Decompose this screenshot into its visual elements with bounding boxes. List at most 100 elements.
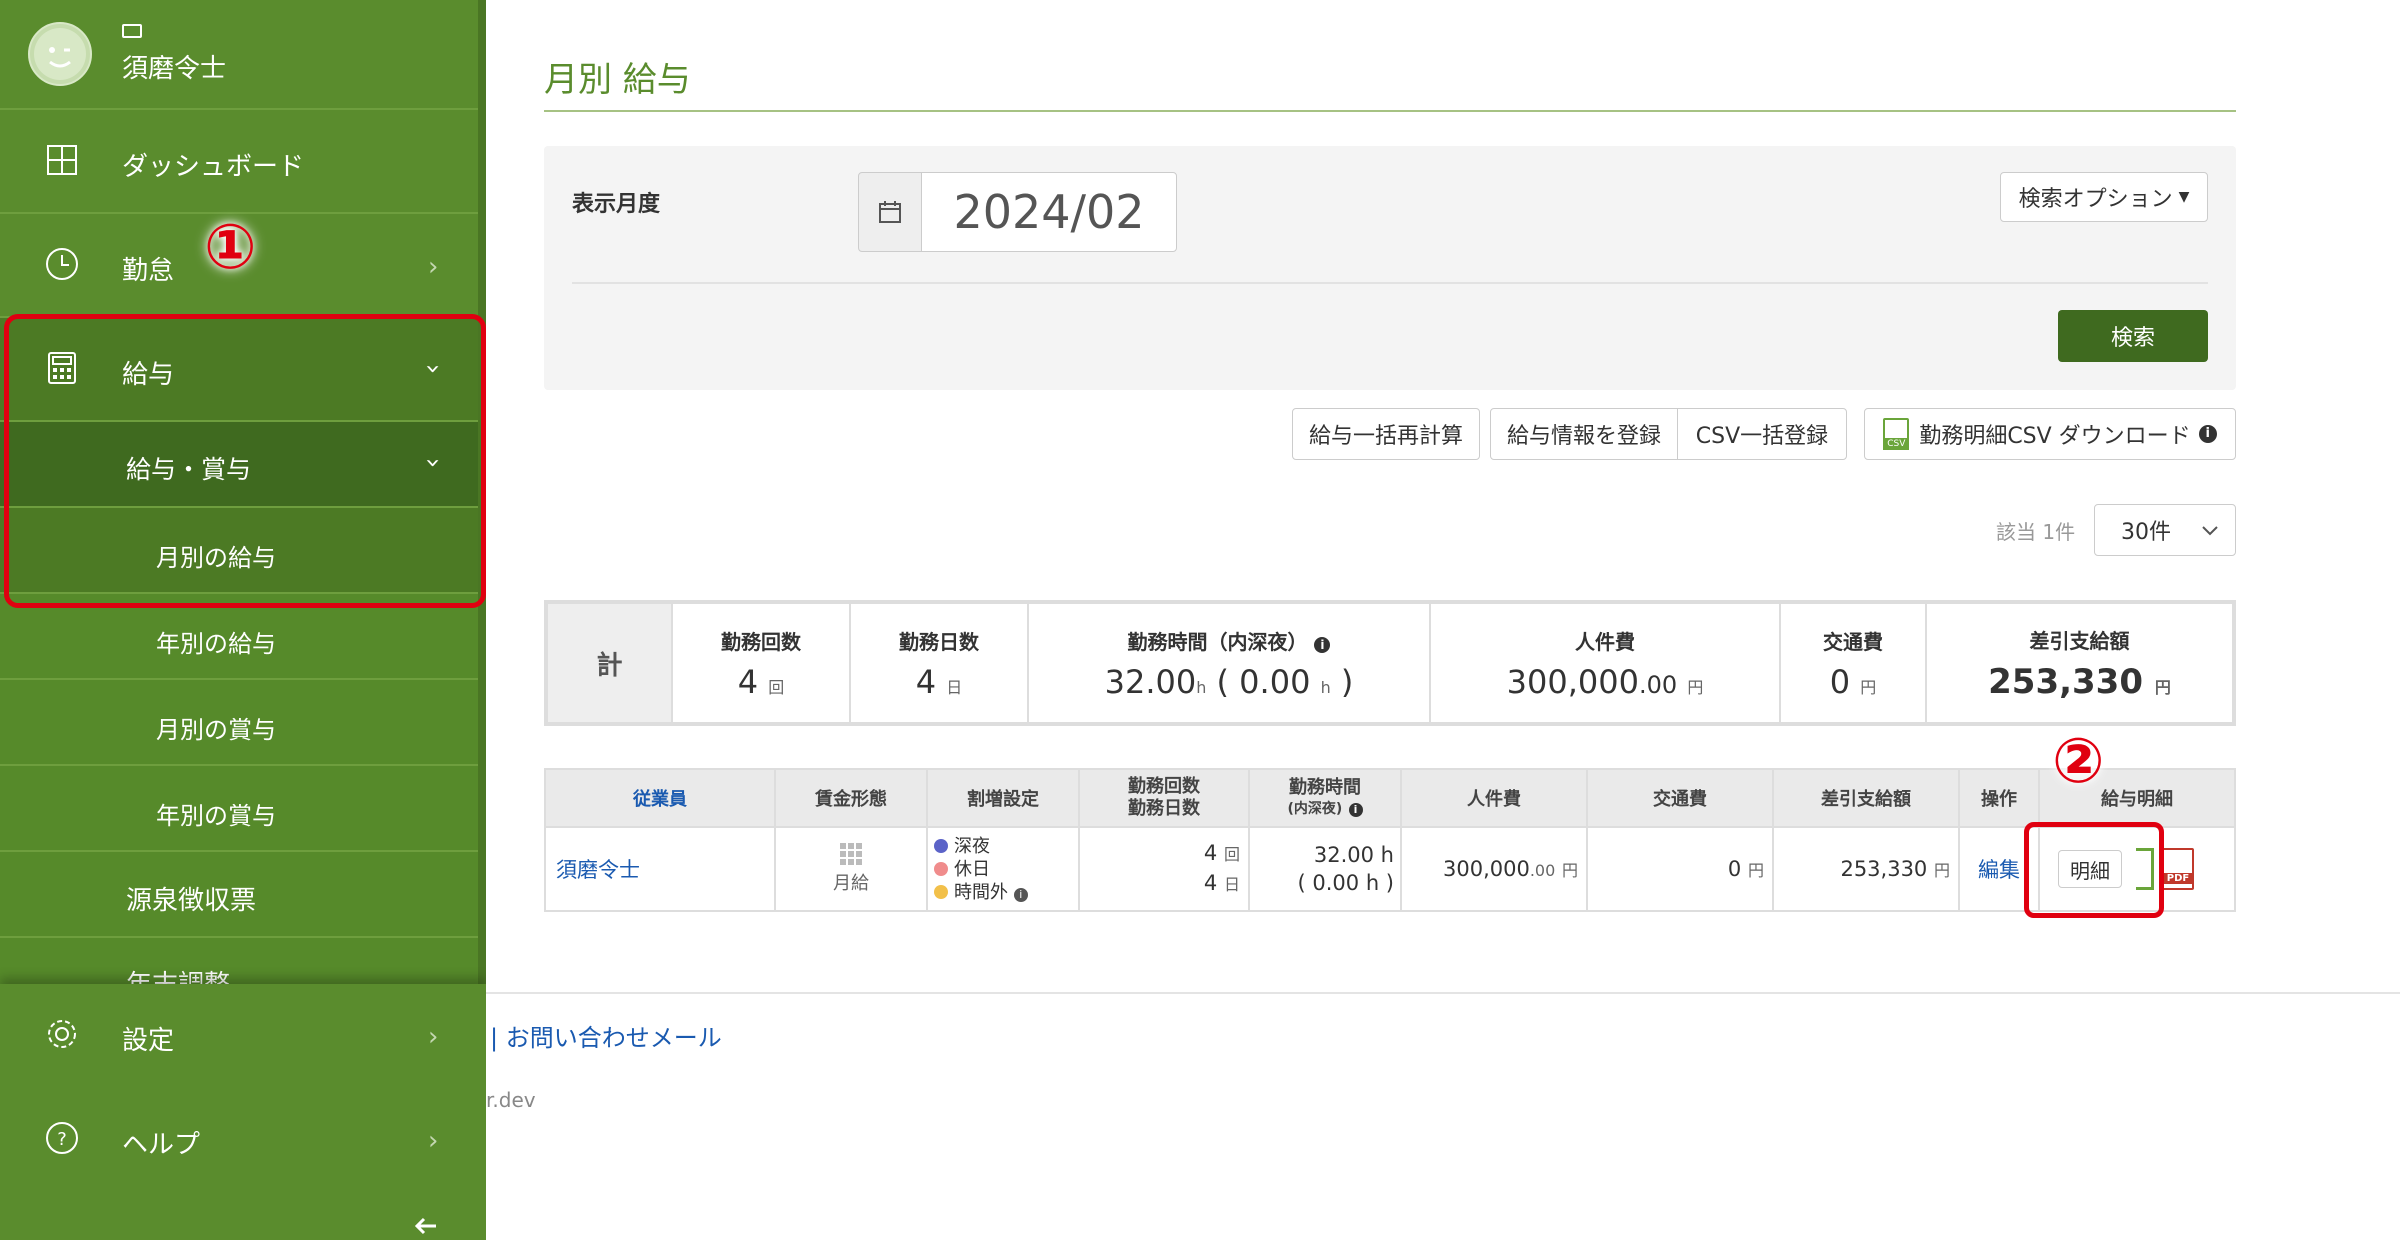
svg-text:?: ? [57, 1129, 67, 1150]
summary-value: 253,330 [1988, 661, 2143, 702]
header-line: 勤務日数 [1128, 798, 1200, 819]
dashboard-icon [47, 145, 77, 175]
summary-value: 0 [1829, 662, 1851, 701]
surcharge-night: 深夜 [934, 835, 1078, 858]
col-employee[interactable]: 従業員 [544, 768, 776, 828]
search-panel: 表示月度 2024/02 検索オプション ▼ 検索 [544, 146, 2236, 390]
unit: 円 [1561, 861, 1578, 880]
arrow-left-icon[interactable] [412, 1216, 440, 1236]
sidebar-item-label: 源泉徴収票 [126, 886, 257, 916]
info-icon: i [1348, 802, 1363, 817]
table-header-row: 従業員 賃金形態 割増設定 勤務回数 勤務日数 勤務時間 (内深夜) i 人件費 交… [544, 768, 2236, 828]
user-name: 須磨令士 [122, 54, 227, 84]
summary-header: 勤務時間（内深夜） [1127, 629, 1308, 654]
user-profile[interactable]: 須磨令士 [0, 0, 478, 110]
chevron-right-icon: › [428, 252, 439, 282]
sidebar-item-label: 月別の賞与 [156, 716, 276, 744]
panel-divider [572, 282, 2208, 284]
pdf-icon-text: PDF [2162, 873, 2194, 884]
chevron-right-icon: › [428, 1022, 439, 1052]
net-pay-cell: 253,330 円 [1772, 826, 1960, 912]
transport-value: 0 [1727, 857, 1742, 881]
count-days-cell: 4 回 4 日 [1078, 826, 1250, 912]
recalculate-button[interactable]: 給与一括再計算 [1292, 408, 1480, 460]
calendar-icon[interactable] [858, 172, 922, 252]
search-options-button[interactable]: 検索オプション ▼ [2000, 172, 2208, 222]
sidebar-item-withholding[interactable]: 源泉徴収票 [0, 852, 478, 938]
title-divider [544, 110, 2236, 112]
avatar[interactable] [28, 22, 92, 86]
sidebar-item-label: ダッシュボード [122, 152, 305, 182]
wage-type-cell: 月給 [774, 826, 928, 912]
sidebar-item-help[interactable]: ? ヘルプ › [0, 1088, 478, 1192]
decimal: .00 [1529, 861, 1556, 880]
work-count: 4 [1203, 841, 1218, 865]
result-count: 該当 1件 [1996, 520, 2076, 544]
unit: 日 [946, 677, 963, 697]
net-pay-value: 253,330 [1840, 857, 1928, 881]
info-icon: i [1013, 887, 1028, 902]
sidebar-bottom: 設定 › ? ヘルプ › [0, 984, 486, 1240]
unit: 円 [2154, 677, 2171, 697]
decimal: .00 [1638, 670, 1678, 699]
per-page-value: 30件 [2121, 520, 2171, 545]
chevron-right-icon: › [428, 1126, 439, 1156]
summary-value: 4 [737, 662, 759, 701]
unit: 回 [1223, 845, 1240, 864]
labor-cost-cell: 300,000.00 円 [1400, 826, 1588, 912]
summary-label: 計 [546, 602, 673, 724]
unit: h [1196, 677, 1207, 697]
header-line: 勤務時間 [1289, 776, 1361, 798]
info-icon: i [1314, 636, 1331, 653]
col-wage-type: 賃金形態 [774, 768, 928, 828]
sidebar-item-yearly-bonus[interactable]: 年別の賞与 [0, 766, 478, 852]
pdf-icon[interactable]: PDF [2162, 848, 2194, 890]
sidebar: 須磨令士 ダッシュボード 勤怠 › 給与 › 給与・賞与 › 月別の給与 年別の… [0, 0, 486, 1240]
summary-header: 勤務回数 [721, 629, 801, 654]
annotation-number-2: ② [2052, 724, 2105, 797]
annotation-number-1: ① [204, 210, 257, 283]
caret-down-icon: ▼ [2178, 189, 2190, 205]
csv-download-button[interactable]: CSV 勤務明細CSV ダウンロード i [1864, 408, 2236, 460]
sidebar-item-monthly-bonus[interactable]: 月別の賞与 [0, 680, 478, 766]
surcharge-label: 休日 [954, 858, 990, 880]
unit: 円 [1860, 677, 1877, 697]
edit-link[interactable]: 編集 [1978, 858, 2020, 882]
sidebar-item-dashboard[interactable]: ダッシュボード [0, 110, 478, 214]
gear-icon [48, 1020, 76, 1048]
csv-icon-text: CSV [1883, 438, 1910, 450]
surcharge-label: 深夜 [954, 835, 990, 857]
summary-work-hours: 勤務時間（内深夜） i 32.00h ( 0.00 h ) [1028, 602, 1431, 724]
summary-work-days: 勤務日数 4 日 [850, 602, 1029, 724]
per-page-select[interactable]: 30件 [2094, 504, 2236, 556]
unit: 円 [1933, 861, 1950, 880]
help-icon: ? [46, 1122, 78, 1154]
csv-register-button[interactable]: CSV一括登録 [1677, 408, 1847, 460]
labor-cost-value: 300,000 [1443, 857, 1530, 881]
employee-link[interactable]: 須磨令士 [556, 858, 640, 882]
month-input[interactable]: 2024/02 [921, 172, 1177, 252]
table-row: 須磨令士 月給 深夜 休日 時間外 i 4 回 4 日 32.00 h ( 0.… [544, 826, 2236, 912]
summary-header: 交通費 [1823, 629, 1883, 654]
surcharge-overtime: 時間外 i [934, 881, 1078, 904]
col-count-days: 勤務回数 勤務日数 [1078, 768, 1250, 828]
night-hours: ( 0.00 h ) [1297, 871, 1394, 895]
clock-icon [46, 248, 78, 280]
unit: h [1320, 677, 1331, 697]
register-salary-button[interactable]: 給与情報を登録 [1490, 408, 1678, 460]
unit: 円 [1747, 861, 1764, 880]
sidebar-item-label: ヘルプ [122, 1130, 201, 1160]
sidebar-item-settings[interactable]: 設定 › [0, 984, 478, 1088]
unit: 回 [768, 677, 785, 697]
search-button[interactable]: 検索 [2058, 310, 2208, 362]
col-surcharge: 割増設定 [926, 768, 1080, 828]
summary-night-value: 0.00 [1239, 662, 1311, 701]
work-hours: 32.00 h [1313, 843, 1394, 867]
summary-header: 勤務日数 [899, 629, 979, 654]
footer-divider [486, 992, 2400, 994]
annotation-box-2 [2024, 822, 2164, 918]
page-title: 月別 給与 [544, 60, 691, 100]
contact-mail-link[interactable]: | お問い合わせメール [490, 1018, 722, 1053]
id-card-icon [122, 24, 142, 38]
sidebar-item-label: 設定 [122, 1026, 175, 1056]
